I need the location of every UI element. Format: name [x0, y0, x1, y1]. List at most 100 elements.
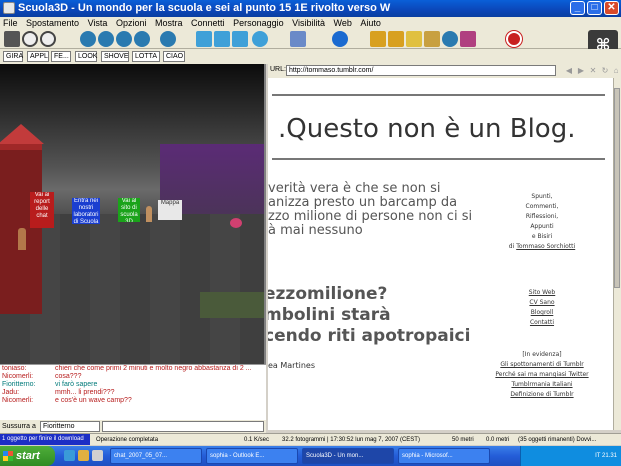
- pink-object[interactable]: [230, 218, 242, 228]
- icon-toolbar: [0, 29, 621, 49]
- gesture-gira-button[interactable]: GIRA: [3, 51, 23, 62]
- menu-personaggio[interactable]: Personaggio: [233, 18, 284, 28]
- post-lead: verità vera è che se non si anizza prest…: [268, 181, 473, 238]
- browser-back-icon[interactable]: ◀: [564, 65, 574, 76]
- url-input[interactable]: http://tommaso.tumblr.com/: [286, 65, 556, 76]
- home-icon[interactable]: [4, 31, 20, 47]
- divider: [272, 158, 605, 160]
- gesture-look-button[interactable]: LOOK: [75, 51, 97, 62]
- avatar-figure-far[interactable]: [146, 206, 152, 222]
- url-label: URL:: [270, 66, 286, 73]
- forward-icon[interactable]: [40, 31, 56, 47]
- evidence-link[interactable]: Perché sai ma mangiasi Twitter: [480, 370, 604, 380]
- stop-icon[interactable]: [506, 31, 522, 47]
- chat-log[interactable]: toniaso: chieri che come primi 2 minuti e…: [0, 364, 266, 420]
- menu-aiuto[interactable]: Aiuto: [360, 18, 381, 28]
- status-objects: (35 oggetti rimanenti) Dovvi...: [518, 437, 597, 443]
- task-outlook[interactable]: sophia - Outlook E...: [206, 448, 298, 464]
- link-sito-web[interactable]: Sito Web: [480, 288, 604, 298]
- task-scuola3d[interactable]: Scuola3D - Un mon...: [302, 448, 394, 464]
- contacts-icon[interactable]: [290, 31, 306, 47]
- 3d-viewport[interactable]: Vai ai report delle chat Entra nei nostr…: [0, 64, 266, 364]
- menu-visibilita[interactable]: Visibilità: [292, 18, 325, 28]
- taskbar: start chat_2007_05_07... sophia - Outloo…: [0, 446, 621, 466]
- grass-patch: [200, 292, 264, 318]
- fly-icon[interactable]: [116, 31, 132, 47]
- task-chat-log[interactable]: chat_2007_05_07...: [110, 448, 202, 464]
- gesture-lotta-button[interactable]: LOTTA: [132, 51, 160, 62]
- link-contatti[interactable]: Contatti: [480, 318, 604, 328]
- chat-row: toniaso: chieri che come primi 2 minuti e…: [2, 365, 252, 372]
- status-speed: 0.1 K/sec: [244, 437, 270, 443]
- minimize-button[interactable]: _: [570, 1, 585, 15]
- chat-input[interactable]: [102, 421, 264, 432]
- avatar-icon[interactable]: [214, 31, 230, 47]
- menu-connetti[interactable]: Connetti: [191, 18, 225, 28]
- menu-spostamento[interactable]: Spostamento: [26, 18, 79, 28]
- evidence-link[interactable]: Tumblrmania Italiani: [480, 380, 604, 390]
- gesture-fe-button[interactable]: FE...: [51, 51, 71, 62]
- menu-file[interactable]: File: [3, 18, 18, 28]
- chat-icon[interactable]: [232, 31, 248, 47]
- telegram-icon[interactable]: [252, 31, 268, 47]
- world-icon[interactable]: [80, 31, 96, 47]
- people-icon[interactable]: [196, 31, 212, 47]
- sign-chat-reports[interactable]: Vai ai report delle chat: [30, 192, 54, 228]
- sidebar-evidence: [In evidenza] Gli spottonamenti di Tumbl…: [480, 350, 604, 400]
- quicklaunch-folder-icon[interactable]: [78, 450, 89, 461]
- sign-laboratori[interactable]: Entra nei nostri laboratori di Scuola 3D: [72, 198, 100, 224]
- teleport-icon[interactable]: [98, 31, 114, 47]
- menu-bar: File Spostamento Vista Opzioni Mostra Co…: [0, 17, 621, 29]
- evidence-link[interactable]: Gli spottonamenti di Tumblr: [480, 360, 604, 370]
- task-word[interactable]: sophia - Microsof...: [398, 448, 490, 464]
- browser-home-icon[interactable]: ⌂: [611, 65, 621, 76]
- gesture-ciao-button[interactable]: CIAO: [163, 51, 185, 62]
- link-cv[interactable]: CV Sano: [480, 298, 604, 308]
- tools-icon[interactable]: [388, 31, 404, 47]
- web-page[interactable]: .Questo non è un Blog. verità vera è che…: [268, 78, 613, 430]
- ghost-icon[interactable]: [134, 31, 150, 47]
- scrollbar-thumb[interactable]: [614, 88, 620, 288]
- browser-forward-icon[interactable]: ▶: [576, 65, 586, 76]
- link-blogroll[interactable]: Blogroll: [480, 308, 604, 318]
- menu-web[interactable]: Web: [334, 18, 352, 28]
- status-distance: 50 metri: [452, 437, 474, 443]
- sign-sito[interactable]: Vai al sito di scuola 3D: [118, 198, 140, 222]
- status-bar: Operazione completata 0.1 K/sec 32.2 fot…: [0, 433, 621, 445]
- start-button[interactable]: start: [0, 446, 55, 466]
- windows-flag-icon: [3, 451, 13, 461]
- chat-mode-label: Sussurra a: [2, 423, 36, 430]
- post-author: ea Martines: [268, 361, 315, 370]
- menu-vista[interactable]: Vista: [88, 18, 108, 28]
- menu-opzioni[interactable]: Opzioni: [116, 18, 147, 28]
- status-altitude: 0.0 metri: [486, 437, 510, 443]
- download-status: 1 oggetto per finire il download: [0, 434, 90, 445]
- quicklaunch-ie-icon[interactable]: [64, 450, 75, 461]
- build-icon[interactable]: [370, 31, 386, 47]
- gesture-shove-button[interactable]: SHOVE: [101, 51, 129, 62]
- browser-reload-icon[interactable]: ↻: [600, 65, 610, 76]
- settings-icon[interactable]: [424, 31, 440, 47]
- browser-stop-icon[interactable]: ✕: [588, 65, 598, 76]
- close-button[interactable]: ✕: [604, 1, 619, 15]
- notes-icon[interactable]: [406, 31, 422, 47]
- chat-row: Nicomerli: cosa???: [2, 373, 82, 380]
- help-icon[interactable]: [442, 31, 458, 47]
- whisper-target-select[interactable]: Fioritterno: [40, 421, 100, 432]
- maximize-button[interactable]: □: [587, 1, 602, 15]
- system-tray: IT 21.31: [520, 446, 621, 466]
- menu-mostra[interactable]: Mostra: [155, 18, 183, 28]
- author-link[interactable]: Tommaso Sorchiotti: [516, 243, 575, 250]
- avatar-figure[interactable]: [18, 228, 26, 250]
- evidence-link[interactable]: Definizione di Tumblr: [480, 390, 604, 400]
- browser-url-bar: URL: http://tommaso.tumblr.com/ ◀ ▶ ✕ ↻ …: [268, 64, 621, 78]
- back-icon[interactable]: [22, 31, 38, 47]
- sign-mappa[interactable]: Mappa: [158, 200, 182, 220]
- web-icon[interactable]: [332, 31, 348, 47]
- quicklaunch-desktop-icon[interactable]: [92, 450, 103, 461]
- view-icon[interactable]: [160, 31, 176, 47]
- gesture-appl-button[interactable]: APPL: [27, 51, 49, 62]
- title-bar: Scuola3D - Un mondo per la scuola e sei …: [0, 0, 621, 17]
- divider: [272, 94, 605, 96]
- trash-icon[interactable]: [460, 31, 476, 47]
